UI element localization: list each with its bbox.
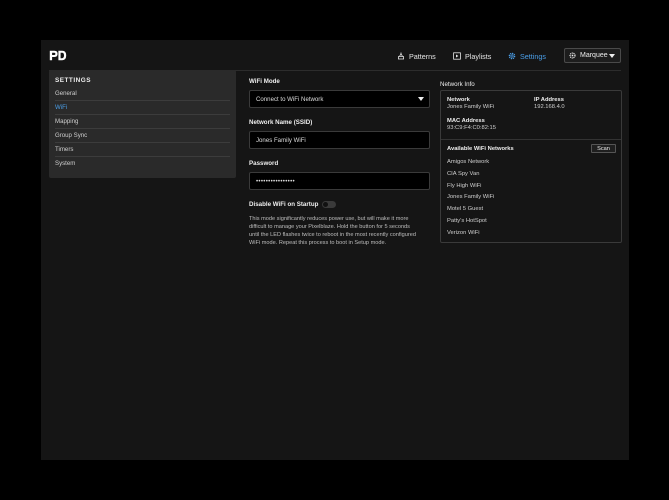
wifi-mode-select[interactable]: Connect to WiFi Network bbox=[249, 90, 430, 108]
network-kv: Network Jones Family WiFi bbox=[447, 97, 494, 110]
chevron-down-icon bbox=[609, 54, 615, 58]
nav-playlists[interactable]: Playlists bbox=[453, 48, 491, 64]
app-window: Patterns Playlists Settings Marquee SETT… bbox=[41, 40, 629, 460]
device-select[interactable]: Marquee bbox=[564, 48, 621, 63]
sidebar-title: SETTINGS bbox=[55, 77, 91, 84]
network-item[interactable]: Fly High WiFi bbox=[447, 181, 615, 193]
sidebar-item-mapping[interactable]: Mapping bbox=[55, 115, 230, 129]
wifi-settings-form: WiFi Mode Connect to WiFi Network Networ… bbox=[249, 78, 431, 247]
playlists-icon bbox=[453, 52, 461, 60]
ssid-label: Network Name (SSID) bbox=[249, 119, 313, 126]
nav-playlists-label: Playlists bbox=[465, 51, 492, 61]
disable-wifi-toggle[interactable] bbox=[322, 201, 337, 208]
password-input[interactable]: •••••••••••••••• bbox=[249, 172, 430, 190]
mac-label: MAC Address bbox=[447, 118, 485, 124]
wifi-mode-value: Connect to WiFi Network bbox=[256, 95, 324, 103]
nav-patterns-label: Patterns bbox=[409, 51, 436, 61]
password-label: Password bbox=[249, 160, 279, 167]
network-item[interactable]: CIA Spy Van bbox=[447, 169, 615, 181]
password-value: •••••••••••••••• bbox=[256, 177, 295, 185]
sidebar-item-wifi[interactable]: WiFi bbox=[55, 101, 230, 115]
network-info-title: Network Info bbox=[440, 81, 475, 88]
nav-patterns[interactable]: Patterns bbox=[397, 48, 436, 64]
ssid-value: Jones Family WiFi bbox=[256, 136, 306, 144]
device-name: Marquee bbox=[580, 52, 608, 59]
scan-button[interactable]: Scan bbox=[591, 144, 616, 153]
mac-value: 93:C9:F4:C0:82:15 bbox=[447, 125, 496, 131]
disable-wifi-label: Disable WiFi on Startup bbox=[249, 201, 319, 208]
ip-kv: IP Address 192.168.4.0 bbox=[534, 97, 565, 110]
nav-settings[interactable]: Settings bbox=[508, 48, 546, 64]
gear-icon bbox=[569, 52, 576, 59]
settings-icon bbox=[508, 52, 516, 60]
ip-value: 192.168.4.0 bbox=[534, 104, 565, 110]
network-item[interactable]: Amigos Network bbox=[447, 157, 615, 169]
main-nav: Patterns Playlists Settings bbox=[41, 48, 629, 64]
network-item[interactable]: Motel 5 Guest bbox=[447, 204, 615, 216]
network-list: Amigos Network CIA Spy Van Fly High WiFi… bbox=[447, 157, 615, 240]
chevron-down-icon bbox=[418, 97, 424, 101]
network-item[interactable]: Patty's HotSpot bbox=[447, 216, 615, 228]
network-info-panel: Network Jones Family WiFi IP Address 192… bbox=[440, 90, 622, 243]
network-value: Jones Family WiFi bbox=[447, 104, 495, 110]
sidebar-item-timers[interactable]: Timers bbox=[55, 143, 230, 157]
network-item[interactable]: Verizon WiFi bbox=[447, 228, 615, 240]
network-item[interactable]: Jones Family WiFi bbox=[447, 192, 615, 204]
disable-wifi-help: This mode significantly reduces power us… bbox=[249, 216, 416, 246]
sidebar-item-general[interactable]: General bbox=[55, 87, 230, 101]
mac-kv: MAC Address 93:C9:F4:C0:82:15 bbox=[447, 118, 496, 131]
available-networks-label: Available WiFi Networks bbox=[447, 146, 514, 152]
disable-wifi-row: Disable WiFi on Startup bbox=[249, 201, 431, 208]
network-label: Network bbox=[447, 97, 470, 103]
settings-sidebar: SETTINGS General WiFi Mapping Group Sync… bbox=[49, 70, 236, 178]
wifi-mode-label: WiFi Mode bbox=[249, 78, 280, 85]
info-divider bbox=[441, 139, 621, 140]
ip-label: IP Address bbox=[534, 97, 564, 103]
sidebar-item-system[interactable]: System bbox=[55, 157, 230, 171]
ssid-input[interactable]: Jones Family WiFi bbox=[249, 131, 430, 149]
patterns-icon bbox=[398, 52, 404, 60]
toggle-knob bbox=[323, 202, 329, 207]
sidebar-item-group-sync[interactable]: Group Sync bbox=[55, 129, 230, 143]
nav-settings-label: Settings bbox=[520, 51, 546, 61]
